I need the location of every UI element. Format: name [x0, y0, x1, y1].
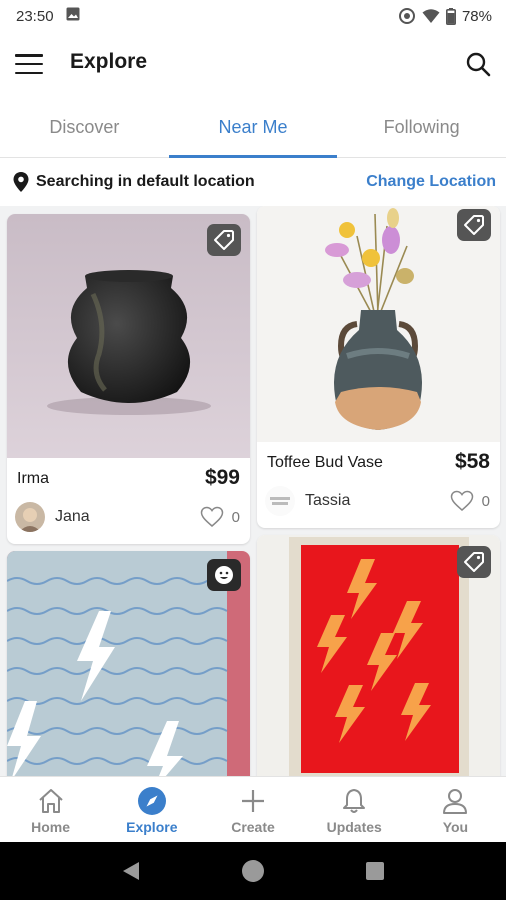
nav-explore[interactable]: Explore — [101, 777, 202, 842]
seller-name: Tassia — [305, 492, 351, 509]
product-title: Toffee Bud Vase — [267, 454, 383, 471]
card-info: Irma $99 Jana 0 — [7, 458, 250, 544]
product-title: Irma — [17, 470, 49, 487]
status-bar: 23:50 78% — [0, 0, 506, 32]
nav-updates[interactable]: Updates — [304, 777, 405, 842]
home-icon — [37, 785, 65, 817]
tag-icon[interactable] — [207, 224, 241, 256]
location-status-text: Searching in default location — [36, 173, 255, 190]
home-circle-icon[interactable] — [233, 851, 273, 891]
heart-icon — [200, 506, 223, 527]
search-icon[interactable] — [460, 46, 496, 82]
nav-create[interactable]: Create — [202, 777, 303, 842]
nav-label: Create — [231, 819, 275, 835]
location-row: Searching in default location Change Loc… — [0, 158, 506, 206]
location-pin-icon — [13, 172, 29, 197]
page-title: Explore — [70, 50, 148, 73]
product-card[interactable] — [7, 551, 250, 776]
tab-discover[interactable]: Discover — [0, 98, 169, 157]
back-icon[interactable] — [111, 851, 151, 891]
card-info: Toffee Bud Vase $58 Tassia 0 — [257, 442, 500, 528]
recents-icon[interactable] — [355, 851, 395, 891]
nav-label: You — [442, 819, 469, 835]
status-left: 23:50 — [16, 7, 80, 25]
data-saver-icon — [398, 7, 416, 25]
tag-icon[interactable] — [457, 546, 491, 578]
battery-icon — [445, 7, 456, 25]
tab-bar: Discover Near Me Following — [0, 98, 506, 158]
bottom-navigation: Home Explore Create Updates You — [0, 776, 506, 842]
product-card-irma[interactable]: Irma $99 Jana 0 — [7, 214, 250, 544]
like-button[interactable]: 0 — [450, 490, 490, 512]
hamburger-menu-icon[interactable] — [14, 50, 44, 78]
like-count: 0 — [231, 508, 240, 526]
like-button[interactable]: 0 — [200, 506, 240, 528]
smiley-icon[interactable] — [207, 559, 241, 591]
nav-label: Home — [31, 819, 71, 835]
plus-icon — [239, 785, 267, 817]
tab-following[interactable]: Following — [337, 98, 506, 157]
nav-label: Updates — [326, 819, 382, 835]
like-count: 0 — [481, 492, 490, 510]
tag-icon[interactable] — [457, 209, 491, 241]
product-feed[interactable]: Irma $99 Jana 0 Toffee Bud Vase $58 Tass… — [0, 206, 506, 776]
avatar — [265, 486, 295, 516]
product-card[interactable] — [257, 535, 500, 776]
status-right: 78% — [398, 7, 492, 25]
system-navigation-bar — [0, 842, 506, 900]
heart-icon — [450, 490, 473, 511]
seller-name: Jana — [55, 508, 90, 525]
tab-near-me[interactable]: Near Me — [168, 98, 338, 158]
nav-you[interactable]: You — [405, 777, 506, 842]
product-price: $58 — [454, 450, 490, 473]
product-image — [257, 206, 500, 442]
person-icon — [441, 785, 469, 817]
nav-home[interactable]: Home — [0, 777, 101, 842]
seller-info[interactable]: Jana — [15, 502, 90, 532]
image-notification-icon — [66, 7, 80, 25]
nav-label: Explore — [126, 819, 178, 835]
change-location-link[interactable]: Change Location — [366, 173, 496, 191]
status-time: 23:50 — [16, 7, 54, 25]
compass-icon — [137, 785, 167, 817]
app-bar: Explore — [0, 32, 506, 96]
wifi-icon — [422, 8, 440, 24]
bell-icon — [340, 785, 368, 817]
product-price: $99 — [204, 466, 240, 489]
battery-percent: 78% — [461, 7, 492, 25]
seller-info[interactable]: Tassia — [265, 486, 350, 516]
avatar — [15, 502, 45, 532]
product-card-toffee-bud-vase[interactable]: Toffee Bud Vase $58 Tassia 0 — [257, 206, 500, 528]
